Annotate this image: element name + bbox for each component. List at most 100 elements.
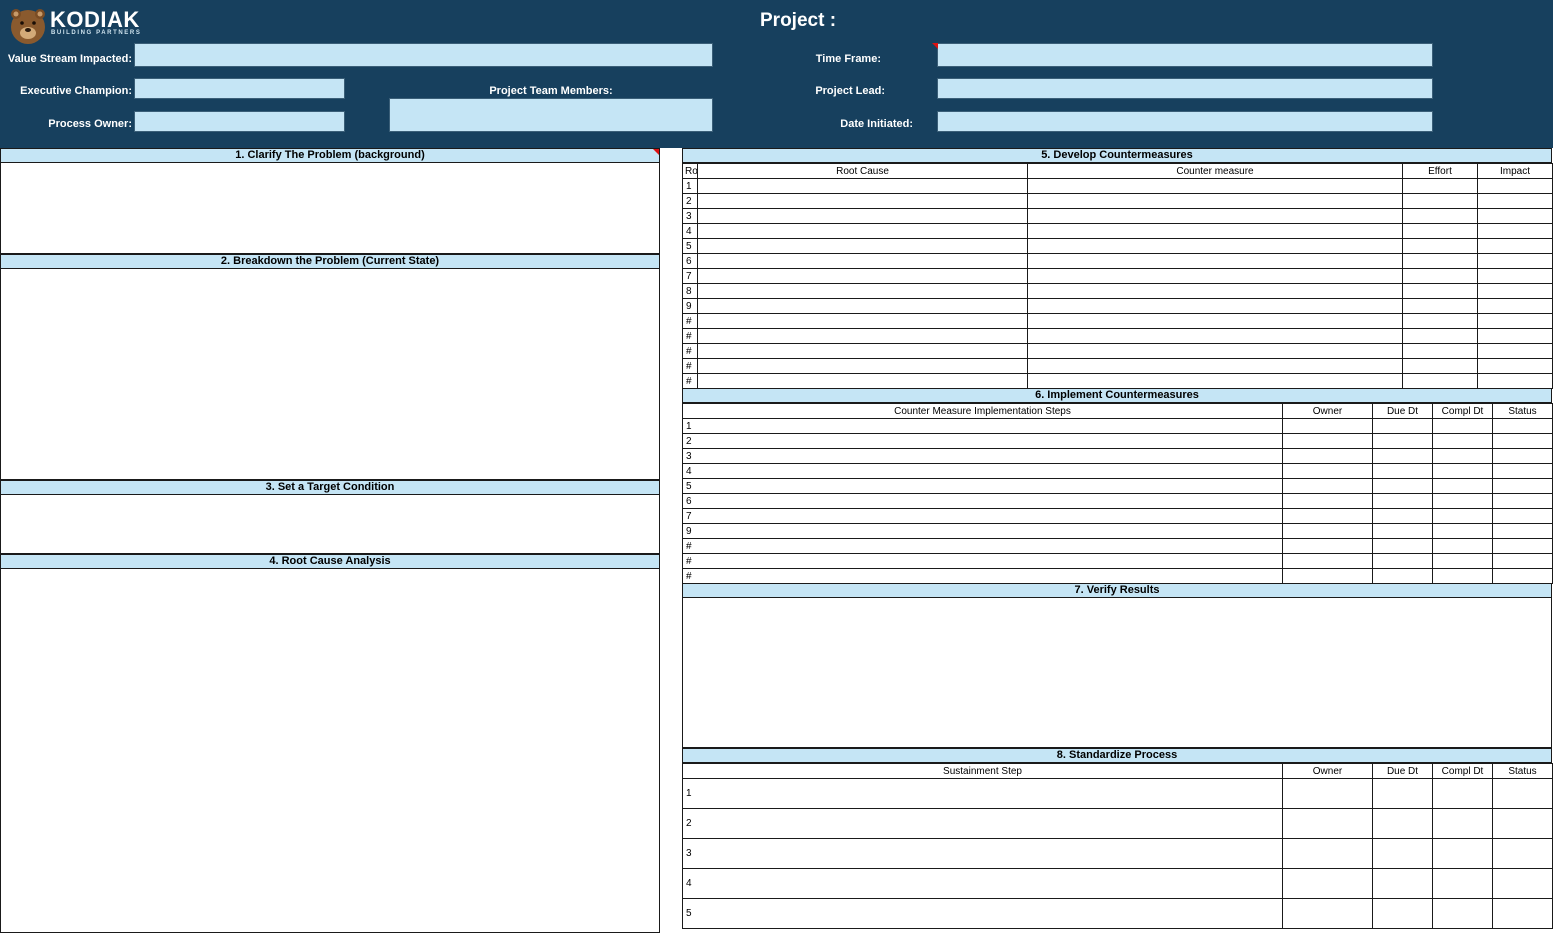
table-cell[interactable] [1027, 268, 1403, 284]
table-cell[interactable] [697, 343, 1028, 359]
table-cell[interactable] [1402, 268, 1478, 284]
table-cell[interactable] [1402, 283, 1478, 299]
table-cell[interactable] [1492, 418, 1553, 434]
table-cell[interactable] [1027, 328, 1403, 344]
table-cell[interactable] [1402, 223, 1478, 239]
table-cell[interactable] [697, 238, 1028, 254]
table-cell[interactable] [697, 178, 1028, 194]
table-cell[interactable] [1477, 253, 1553, 269]
table-cell[interactable] [1492, 568, 1553, 584]
table-cell[interactable] [697, 358, 1028, 374]
table-cell[interactable] [1477, 343, 1553, 359]
table-cell[interactable] [1492, 508, 1553, 524]
target-condition-input[interactable] [1, 495, 659, 553]
verify-results-area[interactable] [682, 598, 1552, 748]
verify-results-input[interactable] [683, 598, 1551, 747]
table-cell[interactable] [1282, 493, 1373, 509]
table-cell[interactable] [1372, 493, 1433, 509]
value-stream-input[interactable] [135, 44, 712, 66]
table-cell[interactable] [1492, 493, 1553, 509]
time-frame-input[interactable] [938, 44, 1432, 66]
table-cell[interactable] [1492, 808, 1553, 839]
table-cell[interactable] [1282, 838, 1373, 869]
table-cell[interactable] [1432, 538, 1493, 554]
project-lead-input[interactable] [938, 79, 1432, 99]
table-cell[interactable] [1432, 898, 1493, 929]
table-cell[interactable] [1492, 433, 1553, 449]
table-cell[interactable] [1432, 478, 1493, 494]
table-cell[interactable] [1477, 208, 1553, 224]
target-condition-area[interactable] [0, 495, 660, 554]
table-cell[interactable] [1432, 523, 1493, 539]
table-cell[interactable] [1477, 223, 1553, 239]
table-cell[interactable] [1282, 418, 1373, 434]
table-cell[interactable] [1027, 373, 1403, 389]
table-cell[interactable] [1282, 523, 1373, 539]
table-cell[interactable] [1027, 178, 1403, 194]
table-cell[interactable] [1282, 433, 1373, 449]
table-cell[interactable] [1432, 553, 1493, 569]
table-cell[interactable] [1372, 448, 1433, 464]
table-cell[interactable] [1372, 463, 1433, 479]
process-owner-field[interactable] [134, 111, 345, 132]
table-cell[interactable] [1492, 868, 1553, 899]
table-cell[interactable] [1492, 538, 1553, 554]
table-cell[interactable] [697, 298, 1028, 314]
table-cell[interactable] [1432, 778, 1493, 809]
table-cell[interactable] [1432, 463, 1493, 479]
table-cell[interactable] [1372, 808, 1433, 839]
table-cell[interactable] [1432, 838, 1493, 869]
table-cell[interactable] [1282, 808, 1373, 839]
table-cell[interactable] [1372, 418, 1433, 434]
table-cell[interactable] [1432, 808, 1493, 839]
table-cell[interactable] [1492, 838, 1553, 869]
table-cell[interactable] [1402, 343, 1478, 359]
table-cell[interactable] [1372, 508, 1433, 524]
table-cell[interactable] [697, 313, 1028, 329]
table-cell[interactable] [1402, 298, 1478, 314]
table-cell[interactable] [1432, 433, 1493, 449]
table-cell[interactable] [1282, 898, 1373, 929]
table-cell[interactable] [697, 283, 1028, 299]
breakdown-problem-input[interactable] [1, 269, 659, 479]
table-cell[interactable] [1477, 283, 1553, 299]
table-cell[interactable] [1432, 418, 1493, 434]
table-cell[interactable] [1432, 868, 1493, 899]
table-cell[interactable] [1477, 328, 1553, 344]
table-cell[interactable] [697, 223, 1028, 239]
table-cell[interactable] [1477, 358, 1553, 374]
table-cell[interactable] [1282, 538, 1373, 554]
table-cell[interactable] [697, 193, 1028, 209]
table-cell[interactable] [1282, 508, 1373, 524]
table-cell[interactable] [1282, 568, 1373, 584]
table-cell[interactable] [1477, 178, 1553, 194]
table-cell[interactable] [1372, 868, 1433, 899]
table-cell[interactable] [1402, 358, 1478, 374]
table-cell[interactable] [1432, 493, 1493, 509]
table-cell[interactable] [1402, 178, 1478, 194]
date-initiated-input[interactable] [938, 112, 1432, 132]
table-cell[interactable] [1027, 208, 1403, 224]
table-cell[interactable] [1402, 193, 1478, 209]
project-lead-field[interactable] [937, 78, 1433, 99]
table-cell[interactable] [1402, 238, 1478, 254]
table-cell[interactable] [1372, 568, 1433, 584]
table-cell[interactable] [1432, 508, 1493, 524]
table-cell[interactable] [1402, 328, 1478, 344]
table-cell[interactable] [1402, 373, 1478, 389]
table-cell[interactable] [1027, 283, 1403, 299]
table-cell[interactable] [1027, 298, 1403, 314]
table-cell[interactable] [1027, 313, 1403, 329]
table-cell[interactable] [1492, 463, 1553, 479]
table-cell[interactable] [1282, 478, 1373, 494]
table-cell[interactable] [1432, 568, 1493, 584]
table-cell[interactable] [1372, 553, 1433, 569]
table-cell[interactable] [1492, 778, 1553, 809]
table-cell[interactable] [1492, 523, 1553, 539]
table-cell[interactable] [1282, 448, 1373, 464]
table-cell[interactable] [1477, 268, 1553, 284]
table-cell[interactable] [1027, 253, 1403, 269]
table-cell[interactable] [1432, 448, 1493, 464]
table-cell[interactable] [1492, 898, 1553, 929]
table-cell[interactable] [1027, 223, 1403, 239]
